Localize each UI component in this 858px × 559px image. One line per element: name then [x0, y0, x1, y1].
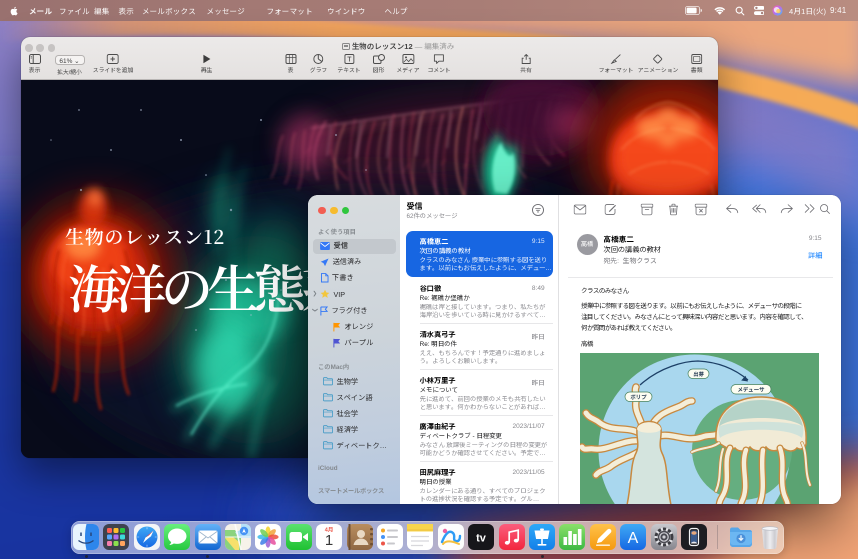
svg-text:tv: tv	[476, 533, 487, 545]
svg-text:1: 1	[325, 532, 333, 549]
svg-text:A: A	[628, 530, 639, 547]
